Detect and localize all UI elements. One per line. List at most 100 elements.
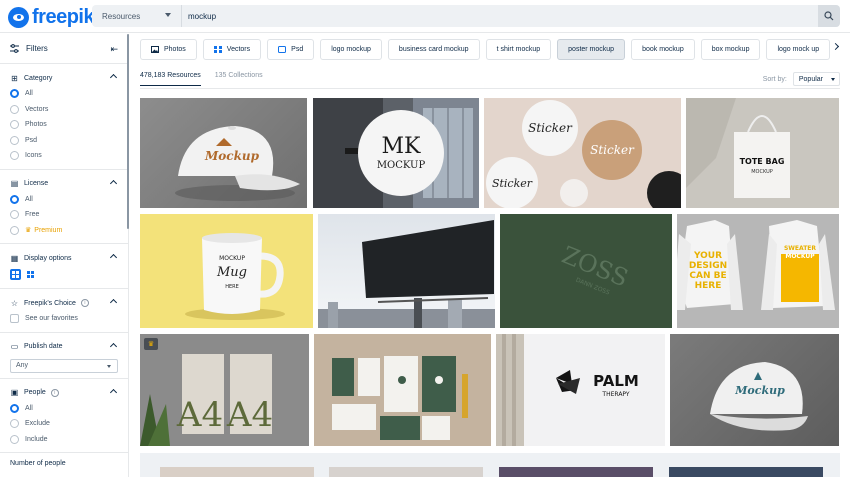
people-option-exclude[interactable]: Exclude — [10, 416, 118, 432]
chevron-right-icon[interactable] — [831, 42, 840, 51]
publish-date-select[interactable]: Any — [10, 358, 118, 373]
filters-icon — [10, 44, 19, 53]
mug-illustration: MOCKUP Mug HERE — [185, 233, 285, 320]
sweatshirts-illustration: YOUR DESIGN CAN BE HERE SWEATER MOCKUP — [677, 220, 835, 310]
result-image-billboard-mockup[interactable] — [318, 214, 495, 328]
result-tabs: 478,183 Resources 135 Collections — [140, 72, 263, 86]
freepik-logo[interactable]: freepik — [8, 5, 95, 28]
info-icon[interactable]: i — [80, 299, 89, 307]
chevron-up-icon — [109, 179, 118, 187]
sign-illustration: MK MOCKUP — [313, 98, 479, 208]
category-option-photos[interactable]: Photos — [10, 117, 118, 133]
radio-button[interactable] — [10, 210, 19, 220]
people-option-include[interactable]: Include — [10, 432, 118, 448]
result-image-sweatshirt-mockup[interactable]: YOUR DESIGN CAN BE HERE SWEATER MOCKUP — [677, 214, 839, 328]
option-label: Include — [25, 435, 48, 443]
checkbox[interactable] — [10, 314, 19, 324]
tab-resources[interactable]: 478,183 Resources — [140, 72, 201, 86]
collapse-sidebar-icon[interactable]: ⇤ — [110, 44, 118, 55]
radio-button[interactable] — [10, 434, 19, 444]
search-input[interactable] — [182, 5, 818, 27]
sidebar-scrollbar[interactable] — [127, 34, 129, 229]
chip-logo-mock-up[interactable]: logo mock up — [766, 39, 831, 60]
result-image-cap-mockup-2[interactable]: Mockup — [670, 334, 839, 446]
grid-small-view-button[interactable] — [25, 269, 36, 280]
logo-text: freepik — [32, 5, 95, 28]
people-header[interactable]: ▣ People i — [10, 385, 118, 401]
embossed-logo-illustration: ZOSS DANN ZOSS — [500, 214, 672, 328]
category-header[interactable]: ⊞ Category — [10, 70, 118, 86]
result-image-mug-mockup[interactable]: MOCKUP Mug HERE — [140, 214, 313, 328]
publish-date-header[interactable]: ▭ Publish date — [10, 339, 118, 355]
people-option-all[interactable]: All — [10, 401, 118, 417]
chevron-down-icon — [165, 13, 171, 17]
category-option-all[interactable]: All — [10, 86, 118, 102]
number-of-people-title[interactable]: Number of people — [0, 453, 128, 474]
publish-date-value: Any — [16, 362, 29, 369]
radio-button[interactable] — [10, 419, 19, 429]
radio-button[interactable] — [10, 89, 19, 99]
chip-vectors[interactable]: Vectors — [202, 39, 262, 60]
freepik-choice-header[interactable]: ☆ Freepik's Choice i — [10, 295, 118, 311]
collection-thumb[interactable] — [160, 467, 314, 477]
display-options-section: ▦ Display options — [0, 244, 128, 289]
chevron-up-icon — [109, 388, 118, 396]
grid-large-view-button[interactable] — [10, 269, 21, 280]
license-option-all[interactable]: All — [10, 192, 118, 208]
option-label: Free — [25, 211, 40, 219]
mug-text-top: MOCKUP — [219, 255, 245, 262]
display-options-header[interactable]: ▦ Display options — [10, 250, 118, 266]
chevron-up-icon — [109, 298, 118, 307]
collection-thumb[interactable] — [669, 467, 823, 477]
result-image-tote-bag-mockup[interactable]: TOTE BAG MOCKUP — [686, 98, 839, 208]
category-option-psd[interactable]: Psd — [10, 133, 118, 149]
sort-select[interactable]: Popular — [792, 72, 840, 86]
chip-psd[interactable]: Psd — [267, 39, 315, 60]
chip-business-card-mockup[interactable]: business card mockup — [387, 39, 480, 60]
radio-button[interactable] — [10, 104, 19, 114]
sort-control: Sort by: Popular — [763, 72, 840, 86]
chip-label: box mockup — [711, 46, 750, 53]
chip-poster-mockup[interactable]: poster mockup — [557, 39, 626, 60]
resource-type-select[interactable]: Resources — [92, 5, 182, 27]
result-image-a4-poster-mockup[interactable]: A4 A4 ♛ — [140, 334, 309, 446]
favorites-option[interactable]: See our favorites — [10, 311, 118, 327]
category-option-icons[interactable]: Icons — [10, 148, 118, 164]
radio-button[interactable] — [10, 151, 19, 161]
chip-book-mockup[interactable]: book mockup — [631, 39, 695, 60]
chip-photos[interactable]: Photos — [140, 39, 197, 60]
photo-icon — [151, 46, 159, 53]
license-header[interactable]: ▤ License — [10, 176, 118, 192]
collection-thumb[interactable] — [329, 467, 483, 477]
radio-button[interactable] — [10, 120, 19, 130]
license-option-free[interactable]: Free — [10, 207, 118, 223]
category-title: Category — [24, 74, 53, 82]
filters-sidebar: Filters ⇤ ⊞ Category All Vectors Photos … — [0, 34, 129, 477]
people-title: People — [24, 389, 46, 396]
chip-logo-mockup[interactable]: logo mockup — [320, 39, 382, 60]
tab-collections[interactable]: 135 Collections — [215, 72, 263, 86]
category-option-vectors[interactable]: Vectors — [10, 102, 118, 118]
stickers-illustration: Sticker Sticker Sticker — [486, 100, 681, 208]
radio-button[interactable] — [10, 135, 19, 145]
suggestion-chips: Photos Vectors Psd logo mockup business … — [140, 39, 831, 60]
freepik-choice-title: Freepik's Choice — [24, 299, 76, 307]
result-image-embossed-logo-mockup[interactable]: ZOSS DANN ZOSS — [500, 214, 672, 328]
result-image-white-cap-mockup[interactable]: Mockup — [140, 98, 307, 208]
result-image-round-sign-mockup[interactable]: MK MOCKUP — [313, 98, 479, 208]
collection-thumb[interactable] — [499, 467, 653, 477]
chip-t-shirt-mockup[interactable]: t shirt mockup — [485, 39, 552, 60]
result-image-sticker-mockup[interactable]: Sticker Sticker Sticker — [484, 98, 681, 208]
license-option-premium[interactable]: ♛ Premium — [10, 223, 118, 239]
sweat-text-1: YOUR — [693, 251, 722, 261]
radio-button[interactable] — [10, 194, 19, 204]
category-section: ⊞ Category All Vectors Photos Psd Icons — [0, 64, 128, 170]
cap-logo-text-2: Mockup — [734, 384, 785, 397]
radio-button[interactable] — [10, 403, 19, 413]
radio-button[interactable] — [10, 225, 19, 235]
search-button[interactable] — [818, 5, 840, 27]
info-icon[interactable]: i — [50, 388, 59, 397]
result-image-palm-logo-mockup[interactable]: PALM THERAPY — [496, 334, 665, 446]
result-image-business-card-mockup[interactable] — [314, 334, 491, 446]
chip-box-mockup[interactable]: box mockup — [700, 39, 761, 60]
